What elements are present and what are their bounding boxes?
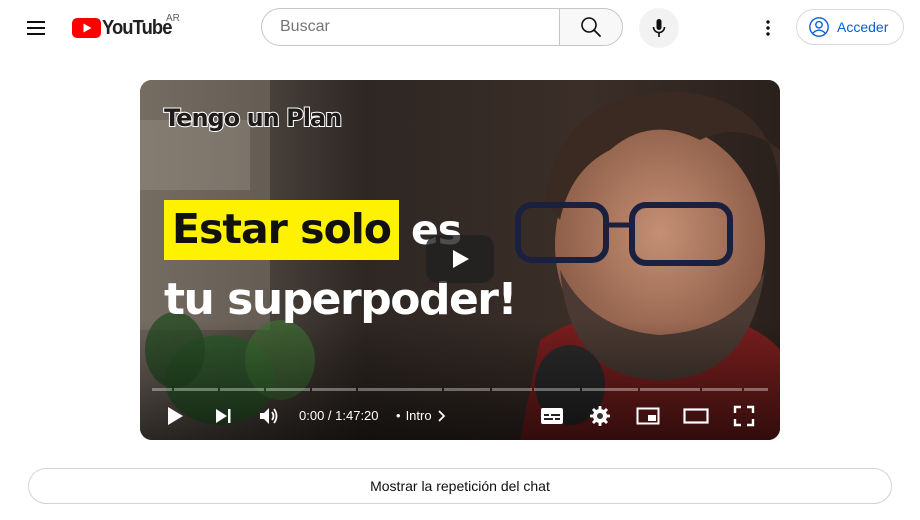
fullscreen-icon [733, 405, 755, 427]
search-box [261, 8, 559, 46]
play-icon [453, 250, 469, 268]
next-button[interactable] [206, 396, 240, 436]
search-button[interactable] [559, 8, 623, 46]
theater-mode-button[interactable] [680, 396, 712, 436]
chapter-label: Intro [405, 408, 432, 423]
video-player[interactable]: Tengo un Plan Estar solo es tu superpode… [140, 80, 780, 440]
play-icon [168, 407, 183, 425]
mute-button[interactable] [252, 396, 286, 436]
miniplayer-button[interactable] [632, 396, 664, 436]
menu-icon [27, 21, 45, 35]
mic-icon [652, 19, 666, 37]
menu-button[interactable] [16, 8, 56, 48]
more-vert-icon [766, 20, 770, 36]
large-play-button[interactable] [426, 235, 494, 283]
subtitles-icon [541, 408, 563, 424]
player-controls: 0:00 / 1:47:20 • Intro [140, 396, 780, 436]
search-input[interactable] [278, 17, 559, 37]
youtube-logo-icon [72, 18, 101, 38]
show-chat-replay-button[interactable]: Mostrar la repetición del chat [28, 468, 892, 504]
progress-bar[interactable] [152, 388, 768, 391]
search-icon [581, 17, 601, 37]
gear-icon [590, 406, 610, 426]
settings-button[interactable] [584, 396, 616, 436]
masthead: YouTube AR Acceder [0, 0, 920, 56]
voice-search-button[interactable] [639, 8, 679, 48]
thumbnail-brand-text: Tengo un Plan [163, 103, 343, 133]
settings-more-button[interactable] [748, 8, 788, 48]
chapter-separator: • [396, 408, 401, 423]
country-code: AR [166, 13, 180, 24]
logo-text: YouTube [102, 16, 172, 39]
account-icon [809, 17, 829, 37]
sign-in-button[interactable]: Acceder [796, 9, 904, 45]
chat-replay-label: Mostrar la repetición del chat [370, 478, 550, 494]
time-display: 0:00 / 1:47:20 [299, 408, 379, 423]
youtube-logo[interactable]: YouTube [72, 16, 178, 40]
theater-icon [683, 408, 709, 424]
fullscreen-button[interactable] [728, 396, 760, 436]
chevron-right-icon [437, 409, 445, 422]
play-button[interactable] [158, 396, 192, 436]
volume-icon [260, 408, 278, 424]
thumbnail-headline-line1: Estar solo es [164, 199, 462, 261]
chapter-button[interactable]: • Intro [396, 408, 448, 423]
thumbnail-headline-highlight: Estar solo [164, 200, 399, 260]
miniplayer-icon [636, 407, 660, 425]
sign-in-label: Acceder [837, 19, 889, 35]
subtitles-button[interactable] [536, 396, 568, 436]
next-icon [216, 409, 231, 423]
